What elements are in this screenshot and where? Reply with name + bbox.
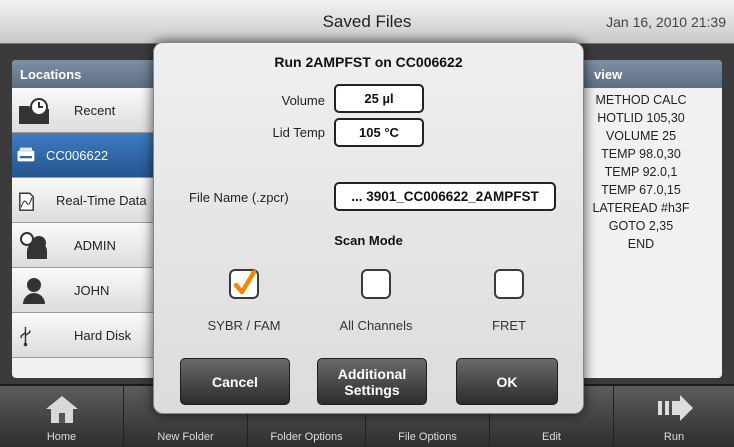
preview-line: METHOD CALC — [595, 93, 687, 107]
home-button[interactable]: Home — [0, 386, 124, 447]
preview-header: view — [560, 60, 722, 88]
additional-settings-button[interactable]: Additional Settings — [317, 358, 427, 405]
preview-line: LATEREAD #h3F — [592, 201, 690, 215]
toolbar-label: Edit — [542, 431, 561, 443]
usb-icon — [20, 326, 31, 347]
location-label: Hard Disk — [74, 328, 132, 343]
lid-temp-field[interactable]: 105 °C — [334, 118, 424, 147]
additional-settings-label-2: Settings — [344, 381, 400, 398]
all-channels-label: All Channels — [339, 318, 413, 333]
toolbar-label: Folder Options — [270, 431, 343, 443]
user-icon — [23, 278, 45, 304]
location-label: ADMIN — [74, 238, 116, 253]
file-name-label: File Name (.zpcr) — [189, 190, 289, 205]
preview-line: HOTLID 105,30 — [597, 111, 685, 125]
toolbar-label: Home — [46, 431, 77, 443]
checkmark-icon — [233, 269, 257, 295]
sybr-fam-checkbox[interactable] — [229, 269, 259, 299]
location-admin[interactable]: ADMIN — [12, 223, 162, 268]
run-dialog: Run 2AMPFST on CC006622 Volume 25 µl Lid… — [153, 42, 584, 414]
preview-line: VOLUME 25 — [605, 129, 677, 143]
toolbar-label: Run — [663, 431, 685, 443]
location-recent[interactable]: Recent — [12, 88, 162, 133]
scan-mode-title: Scan Mode — [334, 233, 403, 248]
data-files-icon — [19, 192, 34, 211]
location-label: JOHN — [74, 283, 110, 298]
file-name-field[interactable]: ... 3901_CC006622_2AMPFST — [334, 182, 556, 211]
run-button[interactable]: Run — [614, 386, 734, 447]
volume-label: Volume — [281, 93, 325, 108]
locations-panel: Locations Recent CC006622 Real-Time Data… — [12, 60, 162, 378]
folder-clock-icon — [19, 98, 49, 124]
datetime: Jan 16, 2010 21:39 — [606, 14, 726, 30]
preview-line: TEMP 67.0,15 — [601, 183, 681, 197]
fret-label: FRET — [492, 318, 526, 333]
preview-line: TEMP 98.0,30 — [601, 147, 681, 161]
fret-checkbox[interactable] — [494, 269, 524, 299]
preview-line: GOTO 2,35 — [608, 219, 674, 233]
run-arrow-icon — [658, 395, 693, 421]
all-channels-checkbox[interactable] — [361, 269, 391, 299]
location-label: Real-Time Data — [56, 193, 147, 208]
preview-line: END — [627, 237, 655, 251]
locations-header: Locations — [12, 60, 162, 88]
toolbar-label: New Folder — [157, 431, 214, 443]
instrument-icon — [17, 147, 35, 162]
cancel-button[interactable]: Cancel — [180, 358, 290, 405]
dialog-title: Run 2AMPFST on CC006622 — [274, 54, 463, 70]
additional-settings-label-1: Additional — [337, 365, 407, 382]
location-cc006622[interactable]: CC006622 — [12, 133, 162, 178]
location-real-time-data[interactable]: Real-Time Data — [12, 178, 162, 223]
lid-temp-label: Lid Temp — [272, 125, 325, 140]
preview-line: TEMP 92.0,1 — [604, 165, 678, 179]
ok-button[interactable]: OK — [456, 358, 558, 405]
toolbar-label: File Options — [398, 431, 457, 443]
location-label: Recent — [74, 103, 116, 118]
volume-field[interactable]: 25 µl — [334, 84, 424, 113]
location-john[interactable]: JOHN — [12, 268, 162, 313]
sybr-fam-label: SYBR / FAM — [207, 318, 281, 333]
title-bar: Saved Files Jan 16, 2010 21:39 — [0, 0, 734, 44]
location-label: CC006622 — [46, 148, 109, 163]
users-icon — [20, 232, 47, 259]
location-hard-disk[interactable]: Hard Disk — [12, 313, 162, 358]
preview-panel: view METHOD CALC HOTLID 105,30 VOLUME 25… — [560, 60, 722, 378]
home-icon — [45, 396, 78, 423]
